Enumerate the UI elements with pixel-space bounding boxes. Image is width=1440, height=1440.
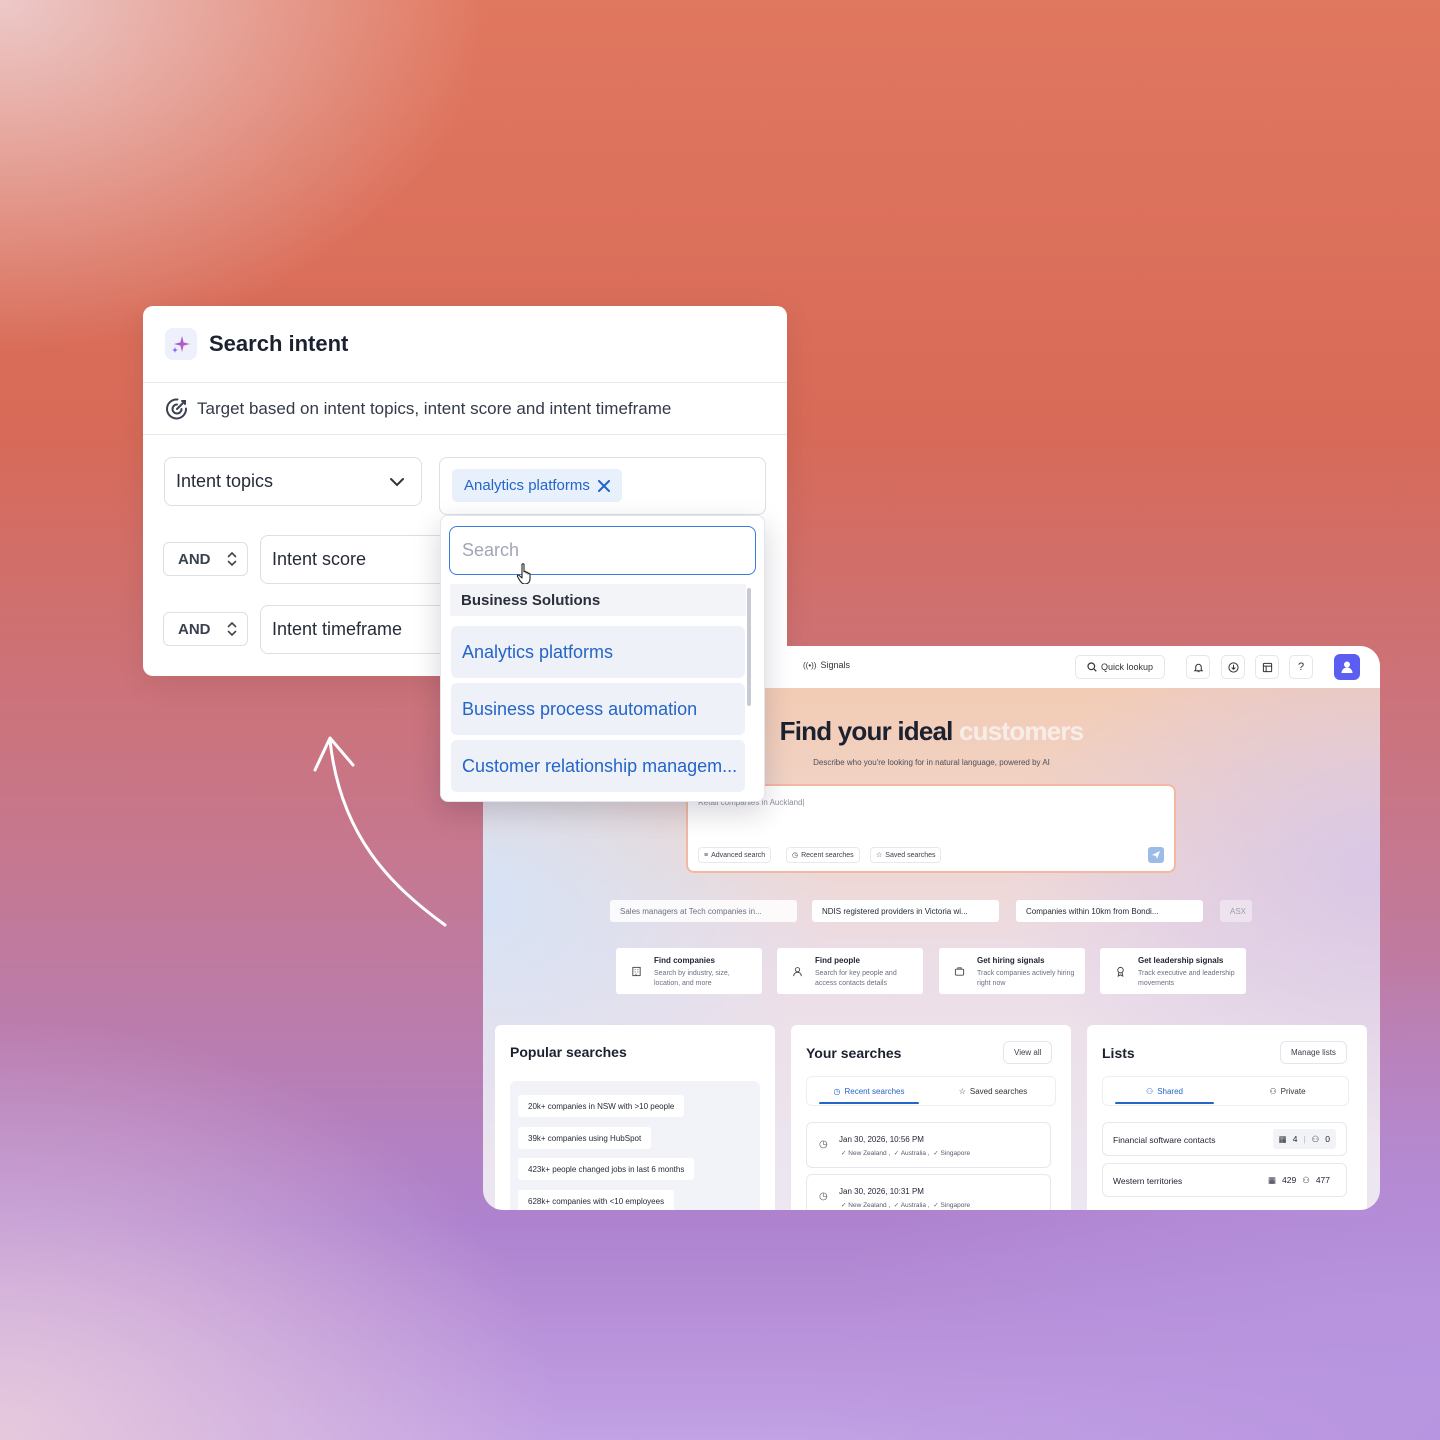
intent-timeframe-field[interactable]: Intent timeframe xyxy=(260,605,450,654)
clock-icon: ◷ xyxy=(792,852,799,859)
lists-tabs: ⚇ Shared ⚇ Private xyxy=(1102,1076,1349,1106)
find-companies-card[interactable]: Find companies Search by industry, size,… xyxy=(616,948,762,994)
intent-score-field[interactable]: Intent score xyxy=(260,535,450,584)
close-icon[interactable] xyxy=(597,479,610,492)
tab-saved-searches[interactable]: ☆ Saved searches xyxy=(931,1077,1055,1105)
hand-cursor-icon xyxy=(516,563,531,585)
popular-search-item[interactable]: 39k+ companies using HubSpot xyxy=(518,1127,652,1149)
filter-icon: ≡ xyxy=(704,851,709,859)
person-icon xyxy=(792,964,803,982)
download-icon[interactable] xyxy=(1221,655,1245,679)
calendar-icon[interactable] xyxy=(1255,655,1279,679)
list-item[interactable]: Financial software contacts ▦ 4 | ⚇ 0 xyxy=(1102,1122,1347,1156)
award-icon xyxy=(1115,964,1126,982)
person-icon: ⚇ xyxy=(1269,1086,1277,1096)
advanced-search-button[interactable]: ≡ Advanced search xyxy=(698,847,772,863)
dropdown-option[interactable]: Business process automation xyxy=(451,683,745,735)
card-header: Search intent xyxy=(143,306,787,383)
sort-arrows-icon xyxy=(227,621,237,637)
intent-topics-select[interactable]: Intent topics xyxy=(164,457,422,506)
popular-search-item[interactable]: 20k+ companies in NSW with >10 people xyxy=(518,1095,685,1117)
clock-icon: ◷ xyxy=(819,1191,828,1202)
clock-icon: ◷ xyxy=(833,1086,841,1096)
star-icon: ☆ xyxy=(876,852,883,859)
lists-panel: Lists Manage lists ⚇ Shared ⚇ Private Fina… xyxy=(1087,1025,1367,1210)
send-icon[interactable] xyxy=(1148,847,1164,863)
operator-select-2[interactable]: AND xyxy=(163,612,248,646)
location-list: ✓ New Zealand , ✓ Australia , ✓ Singapor… xyxy=(841,1150,971,1157)
find-people-card[interactable]: Find people Search for key people and ac… xyxy=(777,948,923,994)
bell-icon[interactable] xyxy=(1186,655,1210,679)
person-icon: ⚇ xyxy=(1146,1086,1154,1096)
your-searches-tabs: ◷ Recent searches ☆ Saved searches xyxy=(806,1076,1056,1106)
dropdown-search-input[interactable]: Search xyxy=(449,526,756,575)
tab-recent-searches[interactable]: ◷ Recent searches xyxy=(807,1077,931,1105)
recent-search-item[interactable]: ◷ Jan 30, 2026, 10:56 PM ✓ New Zealand ,… xyxy=(806,1122,1051,1168)
search-icon xyxy=(1087,662,1097,672)
saved-searches-button[interactable]: ☆ Saved searches xyxy=(870,847,942,863)
card-title: Search intent xyxy=(209,331,349,356)
popular-search-item[interactable]: 628k+ companies with <10 employees xyxy=(518,1190,675,1210)
star-icon: ☆ xyxy=(958,1086,966,1096)
hiring-signals-card[interactable]: Get hiring signals Track companies activ… xyxy=(939,948,1085,994)
tab-shared[interactable]: ⚇ Shared xyxy=(1103,1077,1226,1105)
recent-search-item[interactable]: ◷ Jan 30, 2026, 10:31 PM ✓ New Zealand ,… xyxy=(806,1174,1051,1210)
signal-icon: ((•)) xyxy=(803,660,817,670)
person-icon: ⚇ xyxy=(1302,1174,1310,1185)
suggestion-3[interactable]: Companies within 10km from Bondi... xyxy=(1016,900,1203,922)
lists-title: Lists xyxy=(1102,1045,1135,1061)
building-icon: ▦ xyxy=(1278,1133,1287,1144)
tab-private[interactable]: ⚇ Private xyxy=(1226,1077,1349,1105)
selected-topic-chip: Analytics platforms xyxy=(452,469,622,502)
your-searches-title: Your searches xyxy=(806,1045,902,1061)
sort-arrows-icon xyxy=(227,551,237,567)
nav-signals[interactable]: ((•)) Signals xyxy=(803,660,850,670)
recent-searches-button[interactable]: ◷ Recent searches xyxy=(786,847,860,863)
curved-arrow-icon xyxy=(313,736,447,927)
person-icon: ⚇ xyxy=(1311,1133,1320,1144)
avatar[interactable] xyxy=(1334,654,1360,680)
card-subtitle: Target based on intent topics, intent sc… xyxy=(143,383,787,435)
list-counts: ▦ 429 ⚇ 477 xyxy=(1261,1170,1336,1190)
popular-searches-panel: Popular searches 20k+ companies in NSW w… xyxy=(495,1025,775,1210)
view-all-button[interactable]: View all xyxy=(1003,1041,1053,1064)
popular-searches-title: Popular searches xyxy=(510,1044,627,1060)
dropdown-option[interactable]: Analytics platforms xyxy=(451,626,745,678)
clock-icon: ◷ xyxy=(819,1139,828,1150)
building-icon: ▦ xyxy=(1267,1174,1276,1185)
leadership-signals-card[interactable]: Get leadership signals Track executive a… xyxy=(1100,948,1246,994)
topics-dropdown: Search Business Solutions Analytics plat… xyxy=(440,515,765,802)
popular-searches-list: 20k+ companies in NSW with >10 people 39… xyxy=(510,1081,760,1210)
target-icon xyxy=(166,397,188,419)
manage-lists-button[interactable]: Manage lists xyxy=(1280,1041,1347,1064)
suggestion-2[interactable]: NDIS registered providers in Victoria wi… xyxy=(812,900,999,922)
briefcase-icon xyxy=(954,964,965,982)
dropdown-option[interactable]: Customer relationship managem... xyxy=(451,740,745,792)
sparkle-icon xyxy=(165,328,197,360)
suggestion-4[interactable]: ASX xyxy=(1220,900,1252,922)
list-item[interactable]: Western territories ▦ 429 ⚇ 477 xyxy=(1102,1163,1347,1197)
operator-select-1[interactable]: AND xyxy=(163,542,248,576)
quick-lookup-button[interactable]: Quick lookup xyxy=(1075,655,1165,679)
suggestion-1[interactable]: Sales managers at Tech companies in... xyxy=(610,900,797,922)
dropdown-group-label: Business Solutions xyxy=(450,584,746,616)
help-icon[interactable]: ? xyxy=(1289,655,1313,679)
building-icon xyxy=(631,964,642,982)
list-counts: ▦ 4 | ⚇ 0 xyxy=(1272,1129,1336,1149)
popular-search-item[interactable]: 423k+ people changed jobs in last 6 mont… xyxy=(518,1158,695,1180)
chevron-down-icon xyxy=(390,477,404,486)
dropdown-scrollbar[interactable] xyxy=(747,588,751,706)
location-list: ✓ New Zealand , ✓ Australia , ✓ Singapor… xyxy=(841,1202,971,1209)
your-searches-panel: Your searches View all ◷ Recent searches … xyxy=(791,1025,1071,1210)
intent-topics-values[interactable]: Analytics platforms xyxy=(439,457,766,515)
